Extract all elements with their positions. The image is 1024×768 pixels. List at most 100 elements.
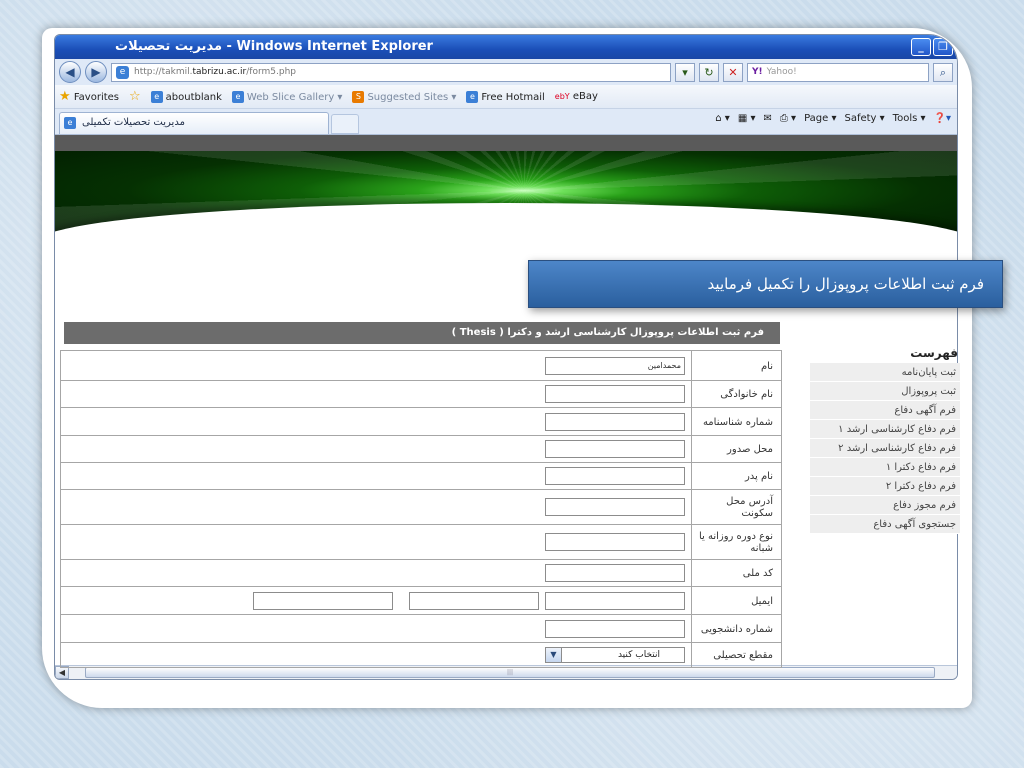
favorites-button[interactable]: ★ Favorites [59,89,119,104]
dropdown-arrow-icon[interactable]: ▾ [675,62,695,82]
form-label: نام پدر [691,463,781,489]
form-label: محل صدور [691,436,781,462]
sidebar-item-proposal[interactable]: ثبت پروپوزال [810,382,960,401]
minimize-button[interactable]: _ [911,38,931,56]
stop-icon[interactable]: ✕ [723,62,743,82]
last-name-input[interactable] [545,385,685,403]
banner-image [55,151,957,239]
email-field[interactable] [545,591,685,610]
sidebar-item-phd-defense-1[interactable]: فرم دفاع دکترا ۱ [810,458,960,477]
chevron-down-icon: ▼ [546,648,562,662]
form-header: فرم ثبت اطلاعات پروپوزال کارشناسی ارشد و… [64,322,780,344]
forward-icon[interactable]: ▶ [85,61,107,83]
form-label: ایمیل [691,587,781,614]
url-prefix: http://takmil. [134,66,193,77]
suggested-sites-icon: S [352,90,365,103]
form-label: شماره شناسنامه [691,408,781,435]
tools-menu[interactable]: Tools ▾ [893,113,926,124]
favorites-bar: ★ Favorites ☆ e aboutblank e Web Slice Gal… [55,85,957,109]
form-label: نوع دوره روزانه یا شبانه [691,525,781,559]
form-cell [61,436,691,462]
form-row-address: آدرس محل سکونت [60,489,782,524]
degree-select[interactable]: ▼ انتخاب کنید [545,647,685,663]
sidebar-item-defense-permit[interactable]: فرم مجوز دفاع [810,496,960,515]
form-cell [61,587,691,614]
ie-icon: e [64,117,76,129]
id-number-input[interactable] [545,412,685,431]
form-label: مقطع تحصیلی [691,643,781,667]
form-label: نام [691,351,781,380]
form-cell [61,560,691,586]
student-number-input[interactable] [545,619,685,638]
popup-title-text: فرم ثبت اطلاعات پروپوزال را تکمیل فرمایی… [707,275,984,293]
form-row-program-type: نوع دوره روزانه یا شبانه [60,524,782,559]
window-title: مدیریت تحصیلات - Windows Internet Explor… [115,39,433,54]
help-icon[interactable]: ❓▾ [934,113,951,124]
address-bar: ◀ ▶ e http://takmil.tabrizu.ac.ir/form5.… [55,59,957,85]
form-row-name: نام [60,350,782,380]
sidebar-item-ms-defense-2[interactable]: فرم دفاع کارشناسی ارشد ۲ [810,439,960,458]
fav-label: Suggested Sites ▾ [367,91,457,103]
email-field-2[interactable] [409,591,539,610]
national-code-input[interactable] [545,564,685,582]
refresh-icon[interactable]: ↻ [699,62,719,82]
url-domain: tabrizu.ac.ir [192,66,247,77]
form-table: نام نام خانوادگی شماره شناسنامه محل صدور… [60,350,782,668]
form-cell [61,525,691,559]
popup-title: فرم ثبت اطلاعات پروپوزال را تکمیل فرمایی… [528,260,1003,308]
back-icon[interactable]: ◀ [59,61,81,83]
fav-item-web-slice[interactable]: e Web Slice Gallery ▾ [231,90,343,103]
first-name-input[interactable] [545,356,685,375]
feeds-icon[interactable]: ▦ ▾ [738,113,756,124]
search-icon[interactable]: ⌕ [933,62,953,82]
mail-icon[interactable]: ✉ [763,113,771,124]
print-icon[interactable]: ⎙ ▾ [780,113,796,124]
sidebar-item-search-notices[interactable]: جستجوی آگهی دفاع [810,515,960,534]
fav-item-suggested[interactable]: S Suggested Sites ▾ [352,90,457,103]
sidebar-item-phd-defense-2[interactable]: فرم دفاع دکترا ۲ [810,477,960,496]
fav-item-aboutblank[interactable]: e aboutblank [150,90,222,103]
add-favorite-icon[interactable]: ☆ [129,89,141,104]
address-field[interactable] [545,498,685,516]
restore-button[interactable]: ❐ [933,38,953,56]
ie-icon: e [231,90,244,103]
tab-active[interactable]: e مدیریت تحصیلات تکمیلی [59,112,329,134]
form-cell [61,615,691,642]
page-menu[interactable]: Page ▾ [804,113,836,124]
ie-icon: e [150,90,163,103]
issue-place-input[interactable] [545,440,685,458]
search-placeholder: Yahoo! [766,66,797,77]
url-suffix: /form5.php [246,66,296,77]
scroll-thumb[interactable]: ||| [85,667,935,678]
fav-label: Free Hotmail [481,91,545,103]
email-field-3[interactable] [253,591,393,610]
form-row-national-code: کد ملی [60,559,782,586]
form-header-text: فرم ثبت اطلاعات پروپوزال کارشناسی ارشد و… [451,327,764,338]
sidebar-item-ms-defense-1[interactable]: فرم دفاع کارشناسی ارشد ۱ [810,420,960,439]
safety-menu[interactable]: Safety ▾ [844,113,884,124]
form-row-degree: مقطع تحصیلی ▼ انتخاب کنید [60,642,782,668]
fav-label: eBay [572,91,598,102]
form-row-lastname: نام خانوادگی [60,380,782,407]
form-row-email: ایمیل [60,586,782,614]
father-name-input[interactable] [545,467,685,485]
fav-item-hotmail[interactable]: e Free Hotmail [466,90,545,103]
title-bar: مدیریت تحصیلات - Windows Internet Explor… [55,35,957,59]
sidebar-item-defense-notice[interactable]: فرم آگهی دفاع [810,401,960,420]
form-row-student-number: شماره دانشجویی [60,614,782,642]
program-type-input[interactable] [545,533,685,551]
new-tab-button[interactable] [331,114,359,134]
form-cell [61,490,691,524]
address-input[interactable]: e http://takmil.tabrizu.ac.ir/form5.php [111,62,671,82]
form-label: نام خانوادگی [691,381,781,407]
fav-label: Web Slice Gallery ▾ [246,91,343,103]
home-icon[interactable]: ⌂ ▾ [715,113,730,124]
header-strip [55,135,957,151]
ie-icon: e [466,90,479,103]
form-cell [61,408,691,435]
sidebar-item-thesis[interactable]: ثبت پایان‌نامه [810,363,960,382]
sidebar-menu: فهرست ثبت پایان‌نامه ثبت پروپوزال فرم آگ… [810,346,960,534]
fav-item-ebay[interactable]: ebY eBay [555,91,598,102]
form-label: شماره دانشجویی [691,615,781,642]
search-input[interactable]: Y! Yahoo! [747,62,929,82]
